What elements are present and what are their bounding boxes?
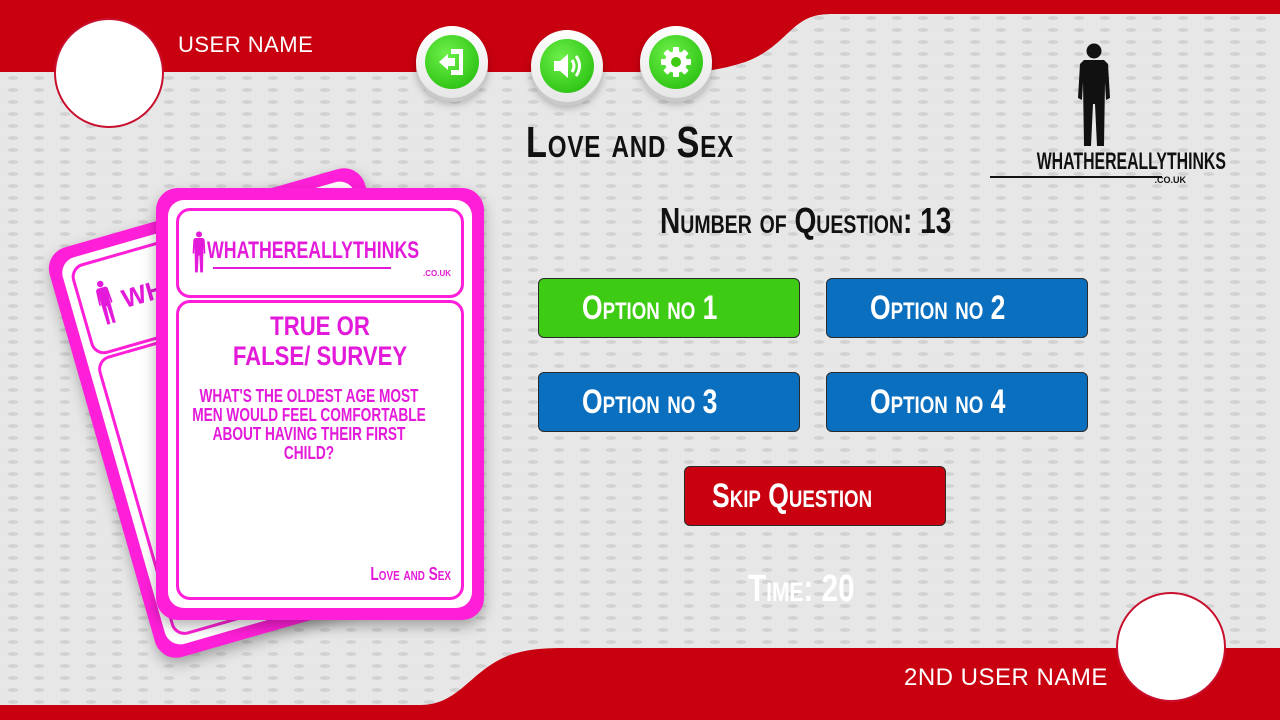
gear-icon	[661, 47, 691, 77]
question-counter: Number of Question: 13	[660, 200, 952, 241]
brand-domain: .CO.UK	[1154, 175, 1187, 185]
speaker-icon	[554, 54, 581, 78]
card-body: TRUE OR FALSE/ SURVEY WHAT'S THE OLDEST …	[176, 300, 464, 600]
user-avatar[interactable]	[54, 18, 164, 128]
card-brand-name: WHATHEREALLYTHINKS	[207, 237, 420, 264]
skip-question-button[interactable]: Skip Question	[684, 466, 946, 526]
man-silhouette-icon	[1078, 43, 1110, 146]
settings-button[interactable]	[640, 26, 712, 98]
card-question-text: WHAT'S THE OLDEST AGE MOST MEN WOULD FEE…	[192, 386, 426, 463]
card-brand-domain: .CO.UK	[423, 269, 451, 278]
card-question-type: TRUE OR FALSE/ SURVEY	[232, 311, 408, 371]
sound-button[interactable]	[531, 30, 603, 102]
second-user-avatar[interactable]	[1116, 592, 1226, 702]
man-silhouette-icon	[95, 280, 116, 325]
timer: Time: 20	[748, 568, 855, 610]
category-title: Love and Sex	[526, 118, 734, 167]
brand-underline	[990, 176, 1162, 178]
option-1-button[interactable]: Option no 1	[538, 278, 800, 338]
card-header: WHATHEREALLYTHINKS .CO.UK	[176, 208, 464, 298]
option-2-button[interactable]: Option no 2	[826, 278, 1088, 338]
exit-door-icon	[439, 49, 463, 75]
user-name: USER NAME	[178, 32, 314, 57]
card-category: Love and Sex	[370, 564, 451, 584]
brand-name: WHATHEREALLYTHINKS	[1036, 148, 1226, 175]
question-card: WHATHEREALLYTHINKS .CO.UK TRUE OR FALSE/…	[156, 188, 484, 620]
brand-logo: WHATHEREALLYTHINKS .CO.UK	[988, 40, 1226, 190]
option-4-button[interactable]: Option no 4	[826, 372, 1088, 432]
exit-button[interactable]	[416, 26, 488, 98]
option-3-button[interactable]: Option no 3	[538, 372, 800, 432]
second-user-name: 2ND USER NAME	[904, 664, 1108, 691]
